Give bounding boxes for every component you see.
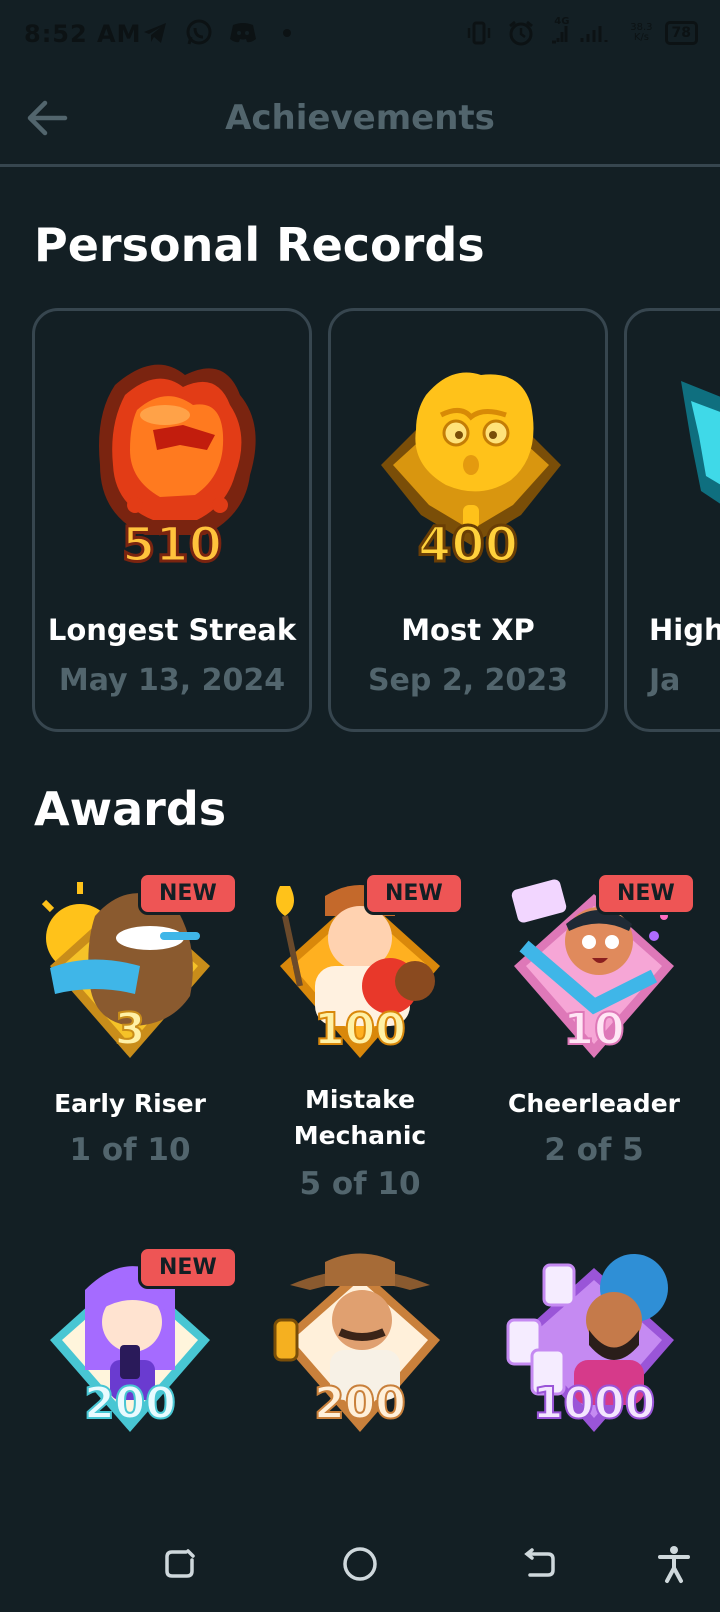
- award-item-4[interactable]: 200 NEW: [20, 1246, 240, 1450]
- award-mistake-mechanic[interactable]: 100 NEW Mistake Mechanic 5 of 10: [250, 872, 470, 1216]
- award-value: 100: [313, 1003, 407, 1056]
- award-early-riser[interactable]: 3 NEW Early Riser 1 of 10: [20, 872, 240, 1206]
- net-speed-unit: K/s: [633, 32, 649, 43]
- status-time: 8:52 AM: [24, 20, 142, 48]
- home-icon: [343, 1547, 377, 1581]
- back-nav-button[interactable]: [512, 1536, 568, 1592]
- award-title-line-1: Mistake: [304, 1085, 416, 1114]
- award-value: 200: [83, 1377, 177, 1430]
- signal-icon: 4G: [548, 16, 618, 48]
- page-title: Achievements: [225, 98, 495, 138]
- new-badge: NEW: [138, 1246, 238, 1289]
- record-card-partial[interactable]: High Ja: [624, 308, 720, 732]
- accessibility-icon: [658, 1546, 690, 1583]
- award-value: 1000: [532, 1377, 656, 1430]
- record-date: Ja: [649, 663, 681, 698]
- award-progress: 2 of 5: [544, 1132, 644, 1168]
- personal-records-carousel[interactable]: 510 Longest Streak May 13, 2024 400 Most…: [32, 308, 720, 740]
- status-bar: 8:52 AM 4G 38.3 K/s 78: [0, 0, 720, 72]
- new-badge: NEW: [596, 872, 696, 915]
- award-cheerleader[interactable]: 10 NEW Cheerleader 2 of 5: [484, 872, 704, 1206]
- vibrate-icon: [464, 18, 494, 48]
- home-button[interactable]: [332, 1536, 388, 1592]
- award-title: Early Riser: [54, 1089, 206, 1118]
- battery-indicator: 78: [664, 21, 698, 45]
- personal-records-heading: Personal Records: [34, 218, 485, 272]
- back-icon: [524, 1548, 555, 1577]
- award-title: Cheerleader: [508, 1089, 680, 1118]
- recents-button[interactable]: [152, 1536, 208, 1592]
- award-title-line-2: Mechanic: [293, 1121, 427, 1150]
- accessibility-button[interactable]: [646, 1536, 702, 1592]
- new-badge: NEW: [364, 872, 464, 915]
- record-card-longest-streak[interactable]: 510 Longest Streak May 13, 2024: [32, 308, 312, 732]
- award-progress: 1 of 10: [69, 1132, 191, 1168]
- award-item-5[interactable]: 200: [250, 1250, 470, 1450]
- record-date: May 13, 2024: [58, 663, 286, 698]
- award-progress: 5 of 10: [299, 1166, 421, 1202]
- record-date: Sep 2, 2023: [367, 663, 569, 698]
- record-label: Longest Streak: [47, 613, 297, 647]
- whatsapp-icon: [184, 18, 214, 48]
- record-label: High: [649, 613, 720, 647]
- award-value: 10: [562, 1003, 625, 1056]
- app-bar: Achievements: [0, 72, 720, 167]
- award-item-6[interactable]: 1000: [484, 1250, 704, 1450]
- new-badge: NEW: [138, 872, 238, 915]
- streak-value: 510: [120, 516, 223, 575]
- discord-icon: [228, 18, 258, 48]
- xp-value: 400: [416, 516, 519, 575]
- award-value: 200: [313, 1377, 407, 1430]
- system-nav-bar: [0, 1516, 720, 1612]
- recents-icon: [165, 1549, 195, 1578]
- alarm-icon: [506, 18, 536, 48]
- record-card-most-xp[interactable]: 400 Most XP Sep 2, 2023: [328, 308, 608, 732]
- teal-badge-icon: [681, 381, 720, 504]
- dot-icon: [272, 18, 302, 48]
- network-label: 4G: [554, 16, 570, 27]
- awards-heading: Awards: [34, 782, 227, 836]
- award-value: 3: [114, 1003, 147, 1056]
- record-label: Most XP: [401, 613, 535, 647]
- telegram-icon: [140, 18, 170, 48]
- award-title: Mistake Mechanic: [250, 1082, 470, 1154]
- net-speed: 38.3 K/s: [630, 23, 652, 43]
